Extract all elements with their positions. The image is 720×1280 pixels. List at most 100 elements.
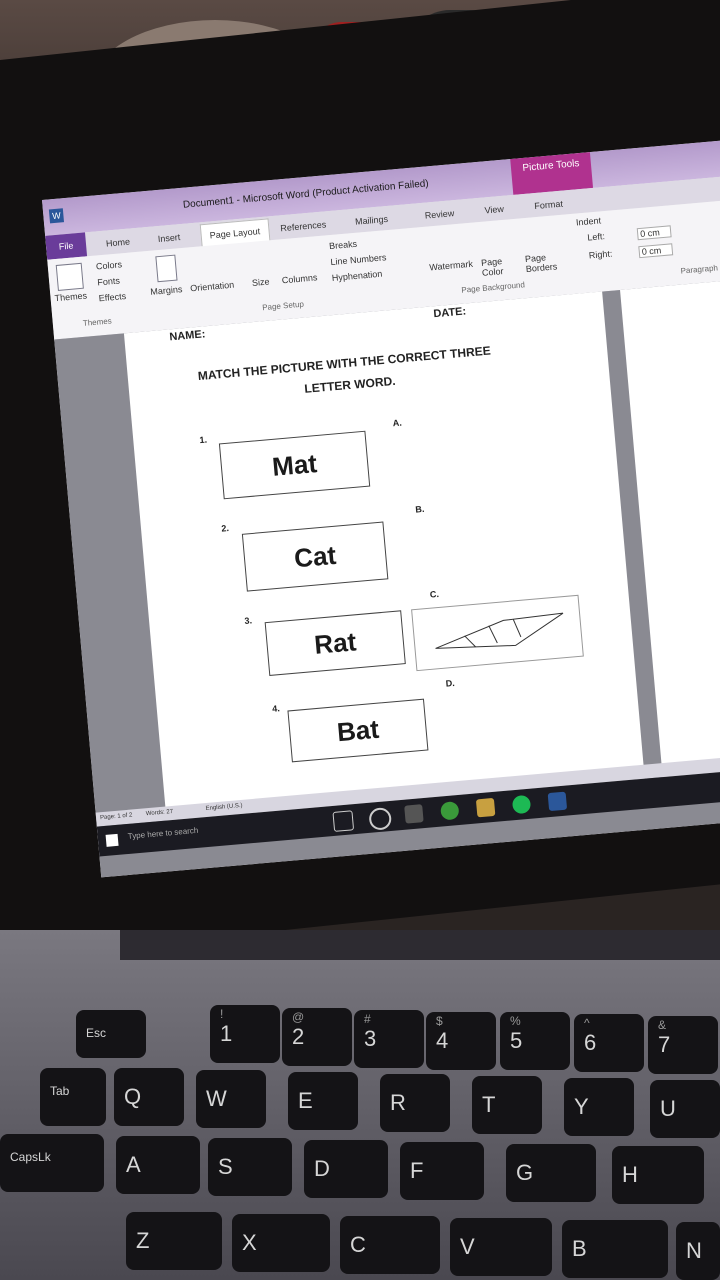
- key-x[interactable]: X: [232, 1214, 330, 1272]
- key-tab[interactable]: Tab: [40, 1068, 106, 1126]
- size-button[interactable]: Size: [252, 277, 270, 288]
- document-page[interactable]: NAME: DATE: MATCH THE PICTURE WITH THE C…: [123, 291, 646, 832]
- page-setup-group-label: Page Setup: [261, 299, 305, 313]
- cortana-icon[interactable]: [368, 806, 393, 831]
- word-label: Rat: [313, 625, 358, 660]
- tab-references[interactable]: References: [280, 219, 327, 233]
- key-d[interactable]: D: [304, 1140, 388, 1198]
- effects-button[interactable]: Effects: [98, 291, 126, 303]
- status-language[interactable]: English (U.S.): [205, 803, 242, 812]
- key-y[interactable]: Y: [564, 1078, 634, 1136]
- word-label: Mat: [270, 447, 319, 482]
- key-u[interactable]: U: [650, 1080, 720, 1138]
- key-4[interactable]: $4: [426, 1012, 496, 1070]
- item-number: 3.: [244, 615, 253, 626]
- windows-start-icon[interactable]: [105, 833, 119, 847]
- tab-file[interactable]: File: [45, 232, 88, 260]
- key-capslock[interactable]: CapsLk: [0, 1134, 104, 1192]
- columns-button[interactable]: Columns: [281, 272, 317, 285]
- mat-image-icon: [435, 612, 564, 649]
- word-taskbar-icon[interactable]: [547, 791, 568, 812]
- word-logo-icon: W: [48, 208, 65, 224]
- themes-group-label: Themes: [82, 316, 113, 328]
- letter-label: D.: [445, 677, 456, 689]
- key-f[interactable]: F: [400, 1142, 484, 1200]
- indent-right-label: Right:: [588, 248, 613, 261]
- colors-button[interactable]: Colors: [96, 259, 123, 271]
- letter-label: B.: [414, 503, 425, 515]
- indent-right-input[interactable]: 0 cm: [638, 243, 673, 259]
- key-b[interactable]: B: [562, 1220, 668, 1278]
- page-color-button[interactable]: Page Color: [481, 254, 523, 278]
- heading-line-1: MATCH THE PICTURE WITH THE CORRECT THREE: [197, 343, 492, 384]
- key-2[interactable]: @2: [282, 1008, 352, 1066]
- tab-review[interactable]: Review: [424, 208, 454, 221]
- name-label: NAME:: [168, 328, 206, 344]
- paragraph-group-label: Paragraph: [680, 263, 719, 276]
- item-number: 1.: [199, 434, 208, 446]
- item-number: 2.: [220, 522, 230, 534]
- taskbar-search[interactable]: Type here to search: [127, 826, 198, 841]
- key-a[interactable]: A: [116, 1136, 200, 1194]
- tab-view[interactable]: View: [484, 204, 504, 216]
- line-numbers-button[interactable]: Line Numbers: [330, 252, 387, 267]
- letter-label: C.: [429, 588, 440, 600]
- mat-picture-selected[interactable]: [411, 594, 584, 672]
- word-box-rat[interactable]: Rat: [264, 610, 406, 676]
- key-g[interactable]: G: [506, 1144, 596, 1202]
- status-page[interactable]: Page: 1 of 2: [100, 812, 133, 821]
- breaks-button[interactable]: Breaks: [329, 239, 358, 251]
- key-q[interactable]: Q: [114, 1068, 184, 1126]
- themes-button[interactable]: Themes: [54, 290, 87, 303]
- date-label: DATE:: [432, 305, 467, 321]
- word-box-bat[interactable]: Bat: [287, 698, 429, 763]
- tab-home[interactable]: Home: [106, 237, 131, 249]
- watermark-button[interactable]: Watermark: [429, 259, 473, 273]
- key-5[interactable]: % 5: [500, 1012, 570, 1070]
- tab-mailings[interactable]: Mailings: [355, 214, 389, 227]
- key-z[interactable]: Z: [126, 1212, 222, 1270]
- hyphenation-button[interactable]: Hyphenation: [331, 269, 382, 283]
- heading-line-2: LETTER WORD.: [303, 373, 397, 396]
- themes-icon[interactable]: [55, 262, 84, 291]
- margins-button[interactable]: Margins: [150, 284, 183, 297]
- letter-label: A.: [392, 417, 403, 429]
- word-label: Cat: [292, 539, 338, 573]
- indent-label: Indent: [575, 215, 602, 228]
- key-esc[interactable]: Esc: [76, 1010, 146, 1058]
- fonts-button[interactable]: Fonts: [97, 276, 120, 288]
- indent-left-input[interactable]: 0 cm: [636, 225, 672, 241]
- tab-insert[interactable]: Insert: [157, 232, 180, 244]
- file-explorer-icon[interactable]: [475, 797, 496, 818]
- key-6[interactable]: ^ 6: [574, 1014, 644, 1072]
- task-view-icon[interactable]: [332, 810, 355, 832]
- item-number: 4.: [271, 703, 281, 714]
- key-n[interactable]: N: [676, 1222, 720, 1280]
- spotify-icon[interactable]: [511, 794, 532, 815]
- laptop-hinge: [120, 930, 720, 960]
- calendar-icon[interactable]: [404, 804, 424, 824]
- page-borders-button[interactable]: Page Borders: [525, 251, 567, 274]
- chrome-icon[interactable]: [440, 801, 460, 821]
- key-v[interactable]: V: [450, 1218, 552, 1276]
- key-w[interactable]: W: [196, 1070, 266, 1128]
- orientation-button[interactable]: Orientation: [190, 280, 235, 294]
- word-label: Bat: [335, 713, 381, 747]
- key-r[interactable]: R: [380, 1074, 450, 1132]
- page-background-group-label: Page Background: [461, 280, 526, 295]
- key-1[interactable]: ! 1: [210, 1005, 280, 1063]
- tab-format[interactable]: Format: [534, 199, 563, 211]
- margins-icon[interactable]: [155, 254, 178, 283]
- laptop-screen: W Document1 - Microsoft Word (Product Ac…: [42, 137, 720, 878]
- status-words[interactable]: Words: 27: [146, 809, 174, 817]
- key-3[interactable]: #3: [354, 1010, 424, 1068]
- key-t[interactable]: T: [472, 1076, 542, 1134]
- key-e[interactable]: E: [288, 1072, 358, 1130]
- key-h[interactable]: H: [612, 1146, 704, 1204]
- word-box-cat[interactable]: Cat: [241, 521, 389, 592]
- word-box-mat[interactable]: Mat: [218, 430, 371, 500]
- key-c[interactable]: C: [340, 1216, 440, 1274]
- indent-left-label: Left:: [586, 231, 606, 243]
- key-7[interactable]: & 7: [648, 1016, 718, 1074]
- key-s[interactable]: S: [208, 1138, 292, 1196]
